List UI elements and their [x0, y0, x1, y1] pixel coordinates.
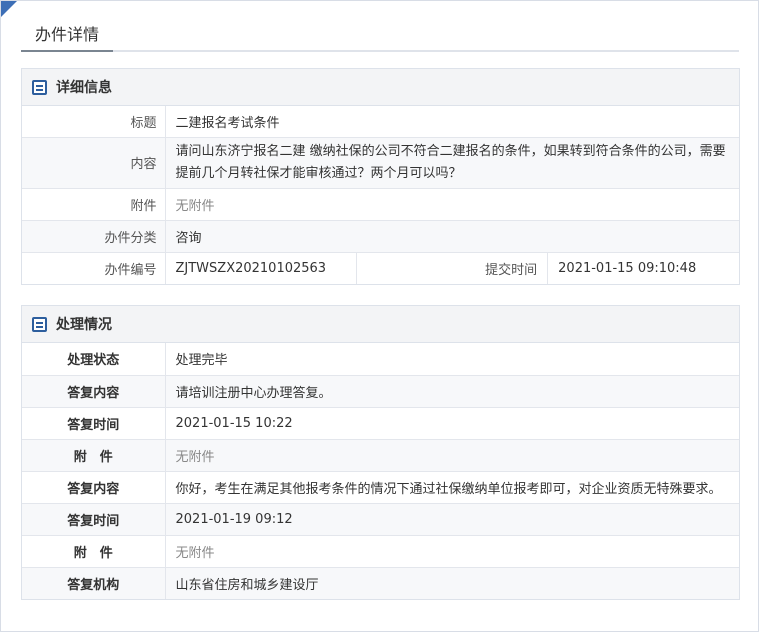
- page-title: 办件详情: [21, 19, 114, 52]
- table-row: 附 件 无附件: [22, 438, 739, 471]
- reply-time-value: 2021-01-15 10:22: [165, 406, 739, 439]
- subject-label: 标题: [22, 106, 166, 137]
- document-list-icon: [32, 79, 47, 95]
- number-value: ZJTWSZX20210102563: [165, 251, 357, 284]
- content-value: 请问山东济宁报名二建 缴纳社保的公司不符合二建报名的条件，如果转到符合条件的公司…: [165, 136, 739, 188]
- processing-table: 处理状态 处理完毕 答复内容 请培训注册中心办理答复。 答复时间 2021-01…: [22, 343, 739, 599]
- table-row: 答复时间 2021-01-15 10:22: [22, 406, 739, 439]
- status-label: 处理状态: [22, 343, 166, 375]
- table-row: 附件 无附件: [22, 187, 739, 220]
- detail-panel: 详细信息 标题 二建报名考试条件 内容 请问山东济宁报名二建 缴纳社保的公司不符…: [21, 68, 740, 285]
- detail-section-title: 详细信息: [56, 80, 112, 96]
- reply-content-value: 请培训注册中心办理答复。: [165, 374, 739, 407]
- reply-content-label: 答复内容: [22, 374, 166, 407]
- corner-triangle-icon: [1, 1, 17, 17]
- reply-org-value: 山东省住房和城乡建设厅: [165, 566, 739, 599]
- table-row: 答复内容 你好，考生在满足其他报考条件的情况下通过社保缴纳单位报考即可，对企业资…: [22, 470, 739, 503]
- reply-time-label: 答复时间: [22, 502, 166, 535]
- reply-attachment-value: 无附件: [165, 438, 739, 471]
- status-value: 处理完毕: [175, 353, 228, 369]
- table-row: 附 件 无附件: [22, 534, 739, 567]
- submit-time-value: 2021-01-15 09:10:48: [547, 251, 739, 284]
- reply-time-label: 答复时间: [22, 406, 166, 439]
- table-row: 答复内容 请培训注册中心办理答复。: [22, 374, 739, 407]
- submit-time-label: 提交时间: [355, 251, 549, 284]
- attachment-label: 附件: [22, 187, 166, 220]
- content-label: 内容: [22, 136, 166, 188]
- reply-attachment-label: 附 件: [22, 438, 166, 471]
- document-list-icon: [32, 316, 47, 332]
- table-row: 办件编号 ZJTWSZX20210102563 提交时间 2021-01-15 …: [22, 251, 739, 284]
- subject-value: 二建报名考试条件: [175, 115, 280, 131]
- table-row: 答复机构 山东省住房和城乡建设厅: [22, 566, 739, 599]
- processing-panel: 处理情况 处理状态 处理完毕 答复内容 请培训注册中心办理答复。 答复时间 20…: [21, 305, 740, 600]
- attachment-value: 无附件: [165, 187, 739, 220]
- processing-panel-header: 处理情况: [22, 306, 739, 343]
- category-value: 咨询: [165, 219, 739, 252]
- reply-content-label: 答复内容: [22, 470, 166, 503]
- table-row: 标题 二建报名考试条件: [22, 106, 739, 137]
- category-label: 办件分类: [22, 219, 166, 252]
- reply-content-value: 你好，考生在满足其他报考条件的情况下通过社保缴纳单位报考即可，对企业资质无特殊要…: [165, 470, 739, 503]
- number-label: 办件编号: [22, 251, 166, 284]
- reply-attachment-label: 附 件: [22, 534, 166, 567]
- detail-table: 标题 二建报名考试条件 内容 请问山东济宁报名二建 缴纳社保的公司不符合二建报名…: [22, 106, 739, 284]
- page-frame: 办件详情 详细信息 标题 二建报名考试条件 内容 请问山东济宁报名二建 缴纳社保…: [0, 0, 759, 632]
- reply-org-label: 答复机构: [22, 566, 166, 599]
- table-row: 内容 请问山东济宁报名二建 缴纳社保的公司不符合二建报名的条件，如果转到符合条件…: [22, 136, 739, 188]
- reply-attachment-value: 无附件: [165, 534, 739, 567]
- reply-time-value: 2021-01-19 09:12: [165, 502, 739, 535]
- page-header: 办件详情: [21, 19, 739, 52]
- detail-panel-header: 详细信息: [22, 69, 739, 106]
- processing-section-title: 处理情况: [56, 317, 112, 333]
- table-row: 处理状态 处理完毕: [22, 343, 739, 375]
- table-row: 办件分类 咨询: [22, 219, 739, 252]
- table-row: 答复时间 2021-01-19 09:12: [22, 502, 739, 535]
